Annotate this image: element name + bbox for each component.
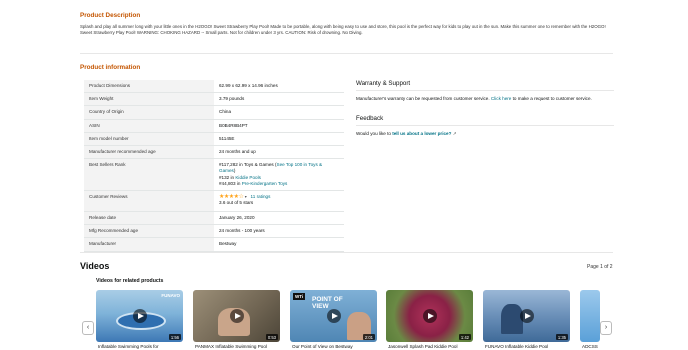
spec-value: #117,282 in Toys & Games (See Top 100 in…	[214, 159, 344, 190]
spec-key: Customer Reviews	[84, 191, 214, 212]
ratings-count-link[interactable]: 11 ratings	[251, 194, 271, 199]
spec-key: Mfg Recommended age	[84, 225, 214, 238]
video-caption[interactable]: Inflatable Swimming Pools for	[98, 344, 186, 349]
spec-row: Item Weight 3.79 pounds	[84, 93, 344, 107]
video-duration: 1:35	[555, 334, 568, 340]
lower-price-link[interactable]: tell us about a lower price?	[392, 131, 451, 136]
divider	[356, 125, 614, 126]
spec-value: January 26, 2020	[219, 215, 255, 221]
point-of-view-badge: POINT OF VIEW	[312, 296, 343, 310]
spec-row: ASIN B0B4R8B4PT	[84, 119, 344, 133]
spec-row: Country of Origin China	[84, 106, 344, 120]
rank-text: #132 in	[219, 174, 236, 180]
spec-row: Manufacturer recommended age 24 months an…	[84, 146, 344, 160]
video-caption[interactable]: PANMAX Inflatable Swimming Pool	[195, 344, 283, 349]
video-thumbnail[interactable]: WTi POINT OF VIEW 2:01	[290, 290, 377, 342]
spec-value: 51145E	[219, 135, 235, 141]
carousel-next-button[interactable]: ›	[600, 321, 612, 335]
carousel-prev-button[interactable]: ‹	[82, 321, 94, 335]
click-here-link[interactable]: Click here	[491, 96, 511, 101]
video-caption[interactable]: FUNAVO Inflatable Kiddie Pool	[485, 344, 573, 349]
product-spec-table: Product Dimensions 62.99 x 62.99 x 14.96 …	[84, 80, 344, 252]
play-icon	[229, 309, 244, 323]
video-caption[interactable]: ADCSS	[582, 344, 602, 349]
spec-key: Manufacturer recommended age	[84, 146, 214, 159]
warranty-text: Manufacturer's warranty can be requested…	[356, 96, 592, 101]
spec-value: 62.99 x 62.99 x 14.96 inches	[219, 83, 278, 88]
spec-key: ASIN	[84, 119, 214, 132]
external-link-icon: ↗	[452, 131, 457, 136]
chevron-down-icon[interactable]: ▾	[245, 194, 247, 199]
carousel-page-indicator: Page 1 of 2	[587, 264, 613, 270]
rating-text: 3.6 out of 5 stars	[219, 200, 254, 206]
product-information-title: Product information	[80, 64, 141, 71]
spec-value: B0B4R8B4PT	[219, 122, 248, 128]
spec-value: ★★★★☆ ▾ 11 ratings 3.6 out of 5 stars	[214, 191, 344, 211]
rank-text: )	[233, 168, 236, 174]
star-rating-icon[interactable]: ★★★★☆	[219, 194, 244, 200]
spec-row-best-sellers-rank: Best Sellers Rank #117,282 in Toys & Gam…	[84, 159, 344, 192]
video-duration: 1:56	[168, 334, 181, 340]
video-thumbnail[interactable]	[580, 290, 600, 342]
spec-value: 24 months - 100 years	[219, 228, 265, 234]
video-caption[interactable]: Our Point of View on Bestway	[292, 344, 380, 349]
video-thumbnail[interactable]: 1:35	[483, 290, 570, 342]
divider	[80, 53, 613, 54]
play-icon	[422, 309, 437, 323]
spec-value: 24 months and up	[219, 149, 256, 155]
spec-row: Mfg Recommended age 24 months - 100 years	[84, 225, 344, 239]
rank-text: #44,803 in	[219, 180, 242, 186]
spec-key: Product Dimensions	[84, 80, 214, 93]
video-duration: 0:53	[265, 334, 278, 340]
video-duration: 2:01	[362, 334, 375, 340]
feedback-title: Feedback	[356, 115, 384, 122]
related-videos-heading: Videos for related products	[96, 278, 164, 284]
warranty-title: Warranty & Support	[356, 80, 411, 87]
pre-kindergarten-toys-link[interactable]: Pre-Kindergarten Toys	[242, 181, 288, 186]
spec-value: Bestway	[219, 241, 237, 247]
video-thumbnail[interactable]: FUNAVO 1:56	[96, 290, 183, 342]
wt-logo: WTi	[293, 293, 306, 300]
spec-row: Product Dimensions 62.99 x 62.99 x 14.96 …	[84, 80, 344, 94]
spec-key: Manufacturer	[84, 238, 214, 251]
spec-key: Country of Origin	[84, 106, 214, 119]
video-caption[interactable]: Jasonwell Splash Pad Kiddie Pool	[388, 344, 476, 349]
spec-row-customer-reviews: Customer Reviews ★★★★☆ ▾ 11 ratings 3.6 …	[84, 191, 344, 213]
feedback-section: Feedback Would you like to tell us about…	[356, 115, 614, 137]
kiddie-pools-link[interactable]: Kiddie Pools	[235, 175, 261, 180]
divider	[356, 90, 614, 91]
spec-value: China	[219, 109, 232, 115]
spec-row: Manufacturer Bestway	[84, 238, 344, 252]
feedback-text: Would you like to tell us about a lower …	[356, 131, 457, 136]
spec-key: Release date	[84, 212, 214, 225]
video-thumbnail[interactable]: 0:53	[193, 290, 280, 342]
product-description-title: Product Description	[80, 12, 141, 19]
play-icon	[132, 309, 147, 323]
rank-text: #117,282 in Toys & Games (	[219, 162, 277, 168]
spec-row: Release date January 26, 2020	[84, 212, 344, 226]
video-thumbnail[interactable]: 1:42	[386, 290, 473, 342]
spec-value: 3.79 pounds	[219, 96, 245, 102]
spec-key: Item model number	[84, 132, 214, 146]
videos-title: Videos	[80, 261, 110, 271]
play-icon	[326, 309, 341, 323]
video-duration: 1:42	[458, 334, 471, 340]
brand-logo: FUNAVO	[161, 293, 180, 298]
product-description-text: Splash and play all summer long with you…	[80, 24, 606, 36]
divider	[80, 252, 613, 253]
warranty-support-section: Warranty & Support Manufacturer's warran…	[356, 80, 614, 102]
play-icon	[519, 309, 534, 323]
spec-key: Item Weight	[84, 93, 214, 106]
spec-row: Item model number 51145E	[84, 132, 344, 147]
spec-key: Best Sellers Rank	[84, 159, 214, 191]
